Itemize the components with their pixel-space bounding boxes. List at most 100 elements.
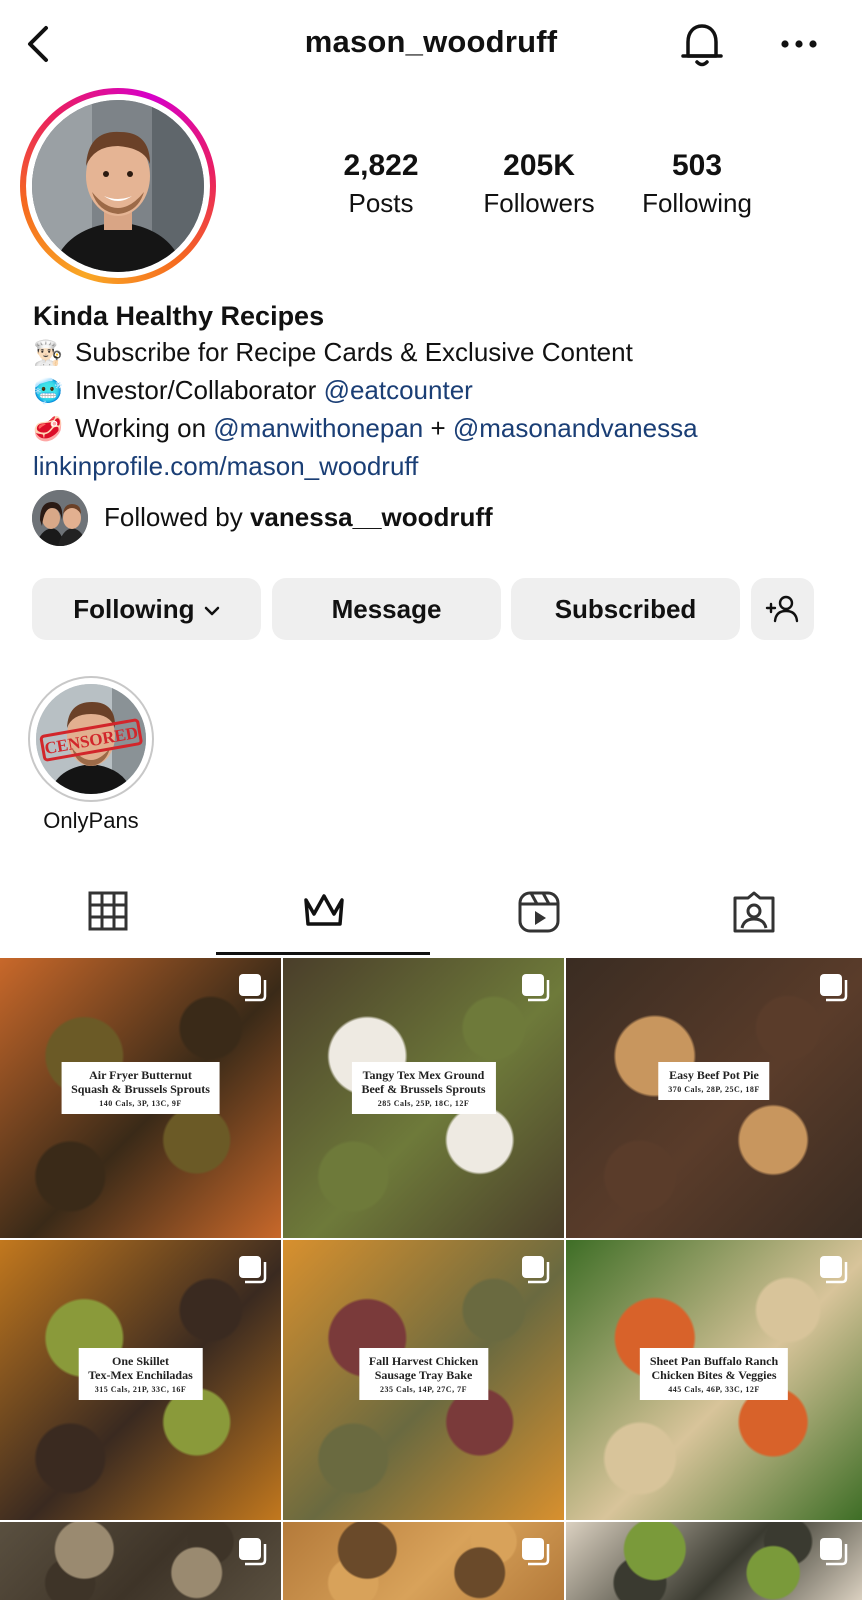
bio-text: Investor/Collaborator: [75, 375, 324, 405]
recipe-title: Tangy Tex Mex Ground: [362, 1068, 485, 1082]
cold-face-emoji-icon: 🥶: [33, 378, 63, 405]
recipe-macros: 370 Cals, 28P, 25C, 18F: [668, 1085, 760, 1094]
chevron-down-icon: [204, 606, 220, 616]
suggested-users-button[interactable]: [751, 578, 814, 640]
active-tab-indicator: [216, 952, 430, 955]
reels-icon: [518, 891, 559, 933]
posts-count[interactable]: 2,822 Posts: [306, 148, 456, 220]
notifications-button[interactable]: [678, 18, 726, 70]
display-name: Kinda Healthy Recipes: [33, 301, 325, 331]
mention-link[interactable]: @masonandvanessa: [453, 413, 698, 443]
followed-by-prefix: Followed by: [104, 502, 250, 532]
add-person-icon: [765, 595, 799, 623]
tagged-icon: [733, 891, 774, 933]
profile-avatar[interactable]: [20, 88, 216, 284]
bell-icon: [681, 24, 723, 67]
profile-bio: Kinda Healthy Recipes 👨🏻‍🍳 Subscribe for …: [33, 298, 833, 484]
more-horizontal-icon: [781, 40, 817, 48]
recipe-title: Tex-Mex Enchiladas: [88, 1368, 193, 1382]
bio-line: 🥩 Working on @manwithonepan + @masonandva…: [33, 410, 833, 448]
following-button-label: Following: [73, 594, 195, 624]
message-button-label: Message: [331, 594, 442, 624]
followed-by-user[interactable]: vanessa__woodruff: [250, 502, 493, 532]
post-grid: Air Fryer Butternut Squash & Brussels Spr…: [0, 958, 862, 1600]
recipe-card: Tangy Tex Mex Ground Beef & Brussels Spro…: [351, 1062, 496, 1114]
tab-subscriber[interactable]: [216, 872, 431, 956]
profile-username: mason_woodruff: [304, 24, 558, 59]
bio-line: 👨🏻‍🍳 Subscribe for Recipe Cards & Exclusi…: [33, 334, 833, 372]
chef-emoji-icon: 👨🏻‍🍳: [33, 340, 63, 367]
recipe-macros: 445 Cals, 46P, 33C, 12F: [668, 1385, 760, 1394]
bio-text: Working on: [75, 413, 214, 443]
mention-link[interactable]: @manwithonepan: [213, 413, 423, 443]
recipe-card: Sheet Pan Buffalo Ranch Chicken Bites & V…: [639, 1348, 789, 1400]
post-tile[interactable]: Air Fryer Butternut Squash & Brussels Spr…: [0, 958, 281, 1238]
subscribed-button[interactable]: Subscribed: [511, 578, 740, 640]
following-button[interactable]: Following: [32, 578, 261, 640]
highlight-cover: CENSORED: [36, 684, 146, 794]
mention-link[interactable]: @eatcounter: [324, 375, 473, 405]
profile-website-link[interactable]: linkinprofile.com/mason_woodruff: [33, 448, 833, 484]
steak-emoji-icon: 🥩: [33, 416, 63, 443]
post-tile[interactable]: Sheet Pan Buffalo Ranch Chicken Bites & V…: [566, 1240, 862, 1520]
recipe-title: Squash & Brussels Sprouts: [71, 1082, 210, 1096]
post-tile[interactable]: [283, 1522, 564, 1600]
message-button[interactable]: Message: [272, 578, 501, 640]
followers-count[interactable]: 205K Followers: [464, 148, 614, 220]
more-options-button[interactable]: [776, 30, 822, 58]
recipe-title: Sausage Tray Bake: [374, 1368, 473, 1382]
profile-tabs: [0, 872, 862, 956]
post-tile[interactable]: [566, 1522, 862, 1600]
tab-grid[interactable]: [0, 872, 215, 956]
stat-value: 2,822: [343, 149, 419, 182]
bio-text: Subscribe for Recipe Cards & Exclusive C…: [75, 337, 633, 367]
crown-icon: [303, 894, 344, 926]
recipe-title: Easy Beef Pot Pie: [669, 1068, 759, 1082]
recipe-title: Beef & Brussels Sprouts: [361, 1082, 486, 1096]
tab-tagged[interactable]: [646, 872, 861, 956]
follower-avatar: [32, 490, 88, 546]
carousel-icon: [522, 974, 550, 1002]
recipe-card: Fall Harvest Chicken Sausage Tray Bake 235…: [358, 1348, 489, 1400]
recipe-macros: 315 Cals, 21P, 33C, 16F: [94, 1385, 187, 1394]
recipe-card: Air Fryer Butternut Squash & Brussels Spr…: [61, 1062, 220, 1114]
recipe-title: Chicken Bites & Veggies: [651, 1368, 777, 1382]
carousel-icon: [239, 1256, 267, 1284]
carousel-icon: [522, 1256, 550, 1284]
highlight-label: OnlyPans: [43, 808, 139, 833]
story-highlight[interactable]: CENSORED: [28, 676, 154, 802]
carousel-icon: [239, 974, 267, 1002]
stat-value: 503: [671, 149, 723, 182]
subscribed-button-label: Subscribed: [554, 594, 697, 624]
stat-label: Posts: [348, 188, 414, 218]
recipe-card: One Skillet Tex-Mex Enchiladas 315 Cals, 2…: [78, 1348, 203, 1400]
avatar-image: [32, 100, 204, 272]
post-tile[interactable]: Tangy Tex Mex Ground Beef & Brussels Spro…: [283, 958, 564, 1238]
following-count[interactable]: 503 Following: [622, 148, 772, 220]
post-tile[interactable]: Easy Beef Pot Pie 370 Cals, 28P, 25C, 18F: [566, 958, 862, 1238]
grid-icon: [88, 891, 127, 931]
post-tile[interactable]: [0, 1522, 281, 1600]
recipe-title: One Skillet: [111, 1354, 170, 1368]
tab-reels[interactable]: [431, 872, 646, 956]
bio-line: 🥶 Investor/Collaborator @eatcounter: [33, 372, 833, 410]
stat-label: Following: [642, 188, 752, 218]
recipe-macros: 285 Cals, 25P, 18C, 12F: [377, 1099, 470, 1108]
top-bar: mason_woodruff: [0, 0, 862, 90]
carousel-icon: [820, 974, 848, 1002]
post-tile[interactable]: One Skillet Tex-Mex Enchiladas 315 Cals, 2…: [0, 1240, 281, 1520]
carousel-icon: [239, 1538, 267, 1566]
bio-text: +: [423, 413, 453, 443]
stat-value: 205K: [503, 149, 575, 182]
post-tile[interactable]: Fall Harvest Chicken Sausage Tray Bake 235…: [283, 1240, 564, 1520]
recipe-title: Air Fryer Butternut: [89, 1068, 192, 1082]
carousel-icon: [820, 1256, 848, 1284]
followed-by-text: Followed by vanessa__woodruff: [104, 502, 493, 533]
recipe-macros: 235 Cals, 14P, 27C, 7F: [380, 1385, 467, 1394]
recipe-macros: 140 Cals, 3P, 13C, 9F: [99, 1099, 182, 1108]
recipe-card: Easy Beef Pot Pie 370 Cals, 28P, 25C, 18F: [658, 1062, 770, 1100]
carousel-icon: [820, 1538, 848, 1566]
followed-by[interactable]: Followed by vanessa__woodruff: [32, 490, 832, 546]
recipe-title: Sheet Pan Buffalo Ranch: [649, 1354, 779, 1368]
carousel-icon: [522, 1538, 550, 1566]
